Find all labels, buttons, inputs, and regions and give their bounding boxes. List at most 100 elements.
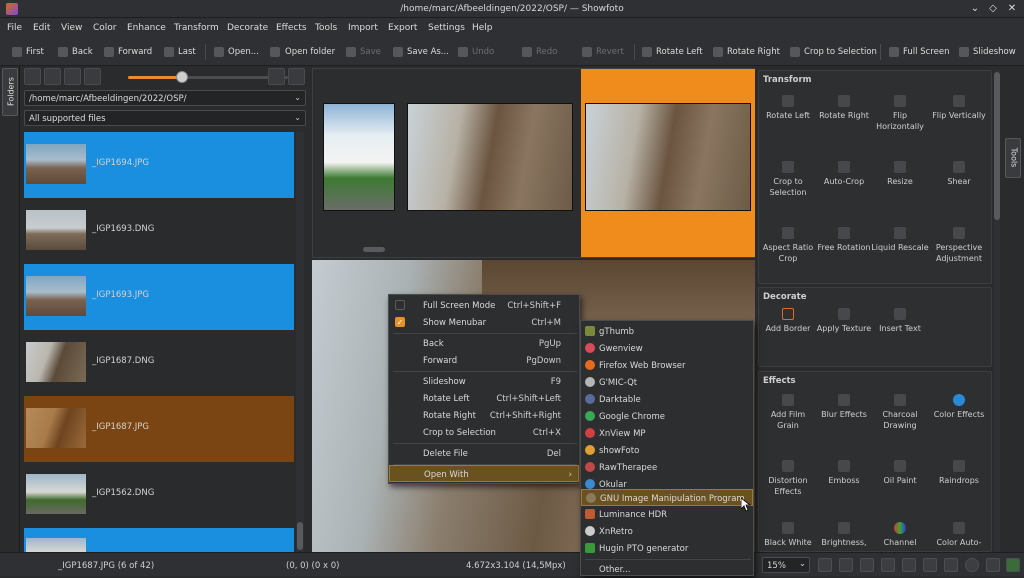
checkbox-checked-icon[interactable]: ✓ [395, 317, 405, 327]
chevron-down-icon[interactable]: ⌄ [799, 559, 806, 569]
app-other[interactable]: Other... [581, 561, 753, 578]
strip-thumbnail[interactable] [407, 103, 573, 211]
zoom-100-icon[interactable] [881, 558, 895, 572]
strip-thumbnail-selected[interactable] [581, 69, 755, 257]
menu-item-delete-file[interactable]: Delete File Del [389, 445, 579, 462]
tool-shear[interactable]: Shear [927, 161, 991, 187]
menu-item-open-with[interactable]: Open With › [389, 465, 579, 482]
zoom-out-icon[interactable] [860, 558, 874, 572]
app-gimp[interactable]: GNU Image Manipulation Program [581, 489, 753, 506]
menu-item-rotate-left[interactable]: Rotate Left Ctrl+Shift+Left [389, 390, 579, 407]
menu-transform[interactable]: Transform [174, 23, 219, 33]
zoom-in-icon[interactable] [839, 558, 853, 572]
menu-item-rotate-right[interactable]: Rotate Right Ctrl+Shift+Right [389, 407, 579, 424]
filter-combo[interactable]: All supported files ⌄ [24, 110, 306, 126]
path-combo[interactable]: /home/marc/Afbeeldingen/2022/OSP/ ⌄ [24, 90, 306, 106]
menu-effects[interactable]: Effects [276, 23, 307, 33]
menu-help[interactable]: Help [472, 23, 493, 33]
menu-color[interactable]: Color [93, 23, 117, 33]
zoom-fit-icon[interactable] [818, 558, 832, 572]
undo-button[interactable]: Undo [472, 47, 494, 57]
tool-free-rotation[interactable]: Free Rotation [815, 227, 873, 253]
tool-black-white[interactable]: Black White [759, 522, 817, 548]
go-back-icon[interactable] [44, 68, 61, 85]
theme-icon[interactable] [986, 558, 1000, 572]
tool-apply-texture[interactable]: Apply Texture [815, 308, 873, 334]
zoom-selection-icon[interactable] [902, 558, 916, 572]
crop-button[interactable]: Crop to Selection [804, 47, 877, 57]
menu-item-slideshow[interactable]: Slideshow F9 [389, 373, 579, 390]
tool-add-border[interactable]: Add Border [759, 308, 817, 334]
tool-color-effects[interactable]: Color Effects [927, 394, 991, 420]
notifications-icon[interactable] [1006, 558, 1020, 572]
forward-button[interactable]: Forward [118, 47, 152, 57]
chevron-down-icon[interactable]: ⌄ [294, 113, 301, 122]
tool-color-auto[interactable]: Color Auto- [927, 522, 991, 548]
menu-settings[interactable]: Settings [428, 23, 465, 33]
go-forward-icon[interactable] [64, 68, 81, 85]
menu-item-crop[interactable]: Crop to Selection Ctrl+X [389, 424, 579, 441]
tool-aspect-ratio-crop[interactable]: Aspect Ratio Crop [759, 227, 817, 264]
list-item[interactable]: _IGP1693.JPG [24, 264, 294, 330]
menu-item-back[interactable]: Back PgUp [389, 335, 579, 352]
rotate-right-button[interactable]: Rotate Right [727, 47, 780, 57]
tool-raindrops[interactable]: Raindrops [927, 460, 991, 486]
first-button[interactable]: First [26, 47, 44, 57]
revert-button[interactable]: Revert [596, 47, 624, 57]
view-mode-icon[interactable] [268, 68, 285, 85]
menu-file[interactable]: File [7, 23, 22, 33]
rotate-left-button[interactable]: Rotate Left [656, 47, 703, 57]
list-item[interactable]: _IGP1693.DNG [24, 198, 294, 264]
tool-insert-text[interactable]: Insert Text [871, 308, 929, 334]
list-item[interactable]: _IGP1562.DNG [24, 462, 294, 528]
list-item[interactable]: _IGP1694.JPG [24, 132, 294, 198]
open-button[interactable]: Open... [228, 47, 259, 57]
tool-liquid-rescale[interactable]: Liquid Rescale [871, 227, 929, 253]
save-button[interactable]: Save [360, 47, 381, 57]
file-list-scrollbar[interactable] [296, 132, 304, 552]
chevron-down-icon[interactable]: ⌄ [294, 93, 301, 102]
slideshow-button[interactable]: Slideshow [973, 47, 1016, 57]
tool-flip-vertically[interactable]: Flip Vertically [927, 95, 991, 121]
menu-edit[interactable]: Edit [33, 23, 50, 33]
close-icon[interactable]: ✕ [1005, 2, 1019, 16]
back-button[interactable]: Back [72, 47, 93, 57]
tool-charcoal-drawing[interactable]: Charcoal Drawing [871, 394, 929, 431]
app-gwenview[interactable]: Gwenview [581, 340, 753, 357]
app-hugin[interactable]: Hugin PTO generator [581, 540, 753, 557]
over-exposure-icon[interactable] [944, 558, 958, 572]
app-xnretro[interactable]: XnRetro [581, 523, 753, 540]
menu-enhance[interactable]: Enhance [127, 23, 166, 33]
home-icon[interactable] [84, 68, 101, 85]
app-rawtherapee[interactable]: RawTherapee [581, 459, 753, 476]
tool-brightness[interactable]: Brightness, [815, 522, 873, 548]
strip-thumbnail[interactable] [323, 103, 395, 211]
app-showfoto[interactable]: showFoto [581, 442, 753, 459]
color-managed-view-icon[interactable] [965, 558, 979, 572]
list-item[interactable] [24, 528, 294, 552]
scrollbar-handle[interactable] [297, 522, 303, 550]
full-screen-button[interactable]: Full Screen [903, 47, 949, 57]
tool-distortion-effects[interactable]: Distortion Effects [759, 460, 817, 497]
menu-tools[interactable]: Tools [315, 23, 337, 33]
tool-rotate-right[interactable]: Rotate Right [815, 95, 873, 121]
menu-import[interactable]: Import [348, 23, 378, 33]
list-mode-icon[interactable] [288, 68, 305, 85]
menu-item-show-menubar[interactable]: ✓ Show Menubar Ctrl+M [389, 314, 579, 331]
zoom-combo[interactable]: 15% ⌄ [762, 557, 810, 573]
list-item[interactable]: _IGP1687.JPG [24, 396, 294, 462]
last-button[interactable]: Last [178, 47, 196, 57]
app-gthumb[interactable]: gThumb [581, 323, 753, 340]
maximize-icon[interactable]: ◇ [986, 2, 1000, 16]
app-luminance-hdr[interactable]: Luminance HDR [581, 506, 753, 523]
app-chrome[interactable]: Google Chrome [581, 408, 753, 425]
save-as-button[interactable]: Save As... [407, 47, 449, 57]
open-folder-button[interactable]: Open folder [285, 47, 335, 57]
tools-tab[interactable]: Tools [1005, 138, 1021, 178]
list-item[interactable]: _IGP1687.DNG [24, 330, 294, 396]
tool-flip-horizontally[interactable]: Flip Horizontally [871, 95, 929, 132]
tool-emboss[interactable]: Emboss [815, 460, 873, 486]
menu-item-forward[interactable]: Forward PgDown [389, 352, 579, 369]
scrollbar-handle[interactable] [994, 72, 1000, 220]
strip-scrollbar-handle[interactable] [363, 247, 385, 252]
